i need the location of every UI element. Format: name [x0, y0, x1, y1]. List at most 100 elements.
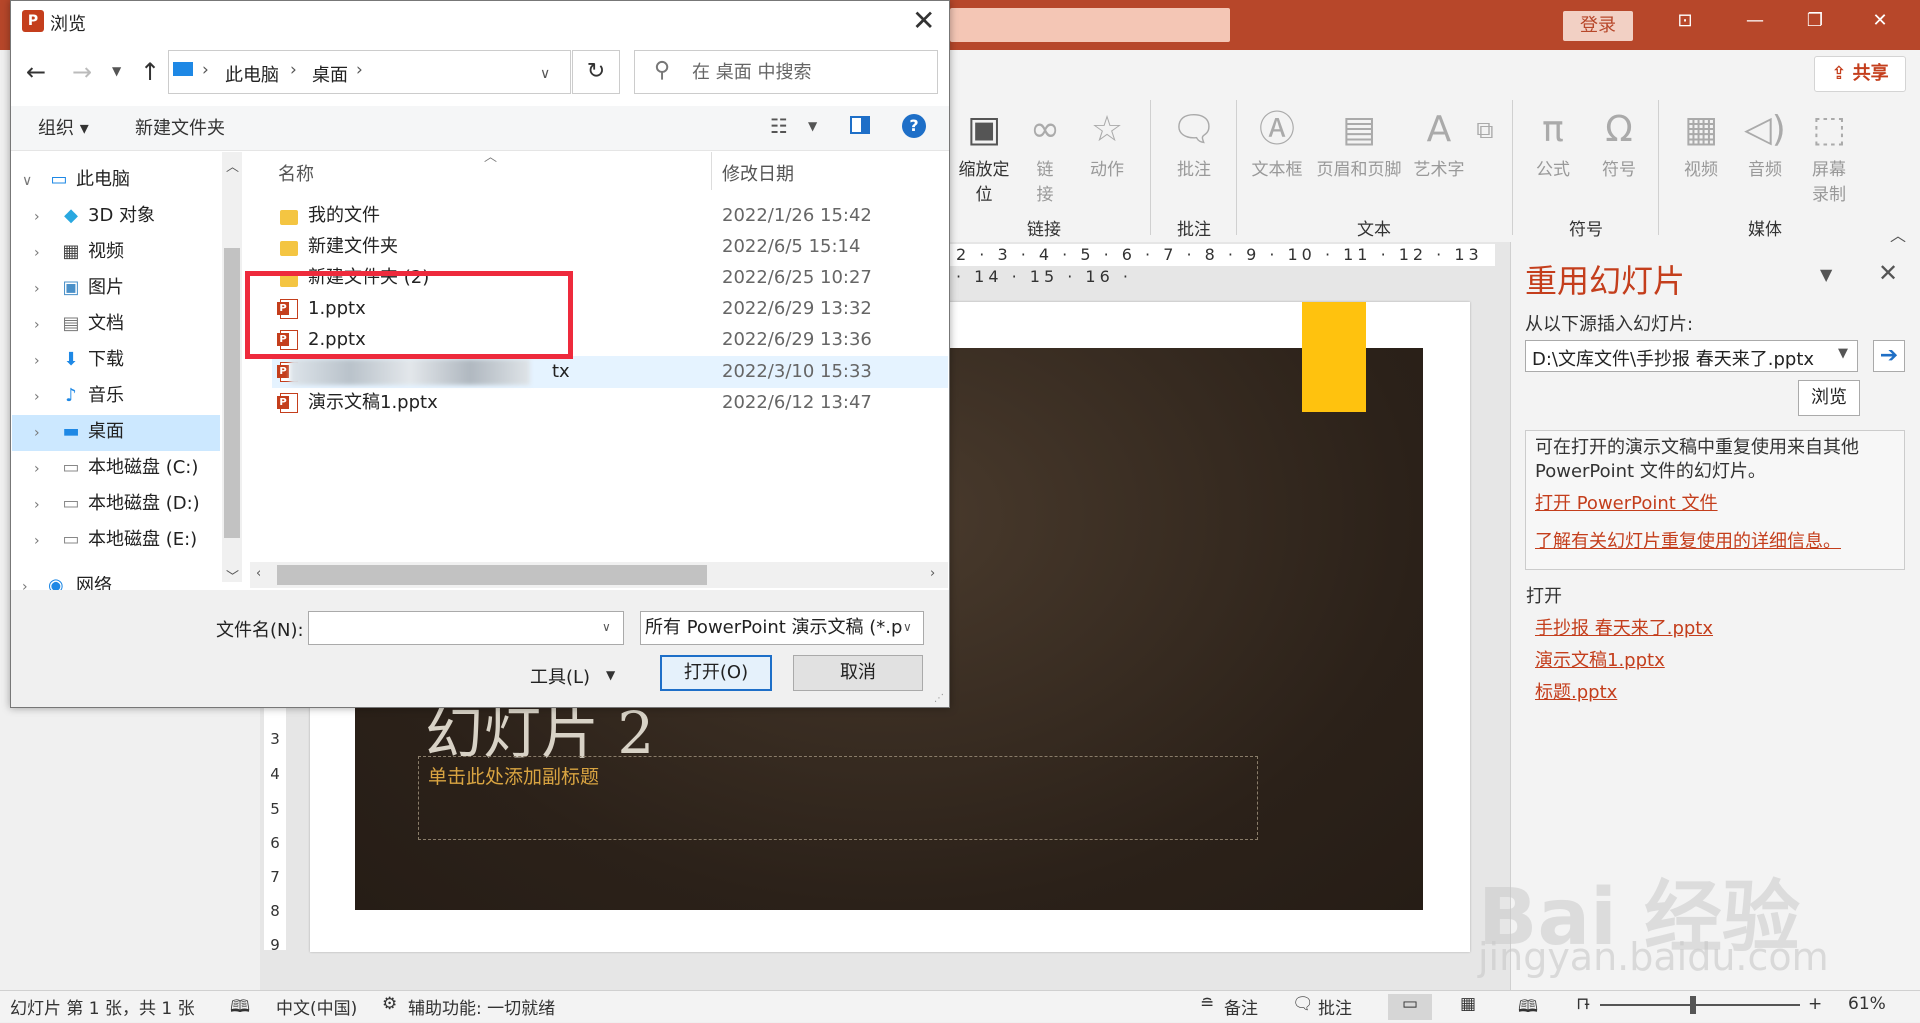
header-footer-button[interactable]: ▤ 页眉和页脚	[1312, 105, 1406, 180]
search-input[interactable]	[690, 56, 924, 88]
recent-file-link[interactable]: 标题.pptx	[1535, 678, 1617, 704]
notes-button[interactable]: 备注	[1224, 994, 1258, 1019]
chevron-right-icon[interactable]: ›	[34, 272, 60, 306]
breadcrumb-this-pc[interactable]: 此电脑	[225, 61, 279, 87]
chevron-right-icon[interactable]: ›	[22, 577, 48, 590]
breadcrumb-chevron-icon[interactable]: ›	[356, 60, 363, 80]
zoom-percent[interactable]: 61%	[1848, 994, 1886, 1014]
pane-options-icon[interactable]: ▼	[1820, 265, 1832, 284]
tree-item-network[interactable]: › ◉ 网络	[22, 576, 222, 590]
zoom-slider[interactable]	[1600, 1004, 1800, 1006]
spellcheck-icon[interactable]: 🕮	[230, 994, 250, 1023]
open-powerpoint-link[interactable]: 打开 PowerPoint 文件	[1535, 492, 1900, 516]
tree-item-downloads[interactable]: › ⬇ 下载	[34, 343, 234, 377]
refresh-icon[interactable]: ↻	[572, 50, 620, 94]
horizontal-scrollbar-thumb[interactable]	[277, 565, 707, 585]
ribbon-display-icon[interactable]: ⊡	[1660, 10, 1710, 31]
recent-file-link[interactable]: 演示文稿1.pptx	[1535, 646, 1665, 672]
expanded-chevron-icon[interactable]: ∨	[22, 164, 48, 198]
cancel-button[interactable]: 取消	[793, 655, 923, 691]
tree-item-drive-c[interactable]: › ▭ 本地磁盘 (C:)	[34, 451, 234, 485]
normal-view-icon[interactable]: ▭	[1388, 994, 1432, 1020]
file-row[interactable]: 新建文件夹 2022/6/5 15:14	[270, 232, 948, 262]
accessibility-status[interactable]: 辅助功能: 一切就绪	[408, 994, 555, 1019]
recent-file-link[interactable]: 手抄报 春天来了.pptx	[1535, 614, 1713, 640]
accessibility-icon[interactable]: ⚙	[382, 994, 397, 1014]
tools-chevron-icon[interactable]: ▼	[606, 668, 615, 682]
login-button[interactable]: 登录	[1563, 11, 1633, 41]
close-window-icon[interactable]: ✕	[1855, 10, 1905, 31]
scroll-left-icon[interactable]: ‹	[256, 566, 261, 581]
breadcrumb-chevron-icon[interactable]: ›	[290, 60, 297, 80]
scroll-up-icon[interactable]: ︿	[226, 156, 239, 175]
scroll-right-icon[interactable]: ›	[930, 566, 935, 581]
slide-sorter-icon[interactable]: ▦	[1460, 994, 1476, 1014]
new-folder-button[interactable]: 新建文件夹	[135, 114, 225, 140]
scroll-down-icon[interactable]: ﹀	[226, 566, 239, 585]
breadcrumb-desktop[interactable]: 桌面	[312, 61, 348, 87]
preview-pane-icon[interactable]	[850, 116, 870, 134]
view-options-icon[interactable]: ☷	[770, 114, 788, 138]
zoom-out-button[interactable]: -	[1584, 994, 1590, 1014]
address-dropdown-icon[interactable]: ∨	[540, 66, 550, 82]
language-status[interactable]: 中文(中国)	[276, 994, 357, 1019]
zoom-slider-thumb[interactable]	[1690, 996, 1696, 1014]
tree-item-music[interactable]: › ♪ 音乐	[34, 379, 234, 413]
wordart-button[interactable]: A 艺术字	[1410, 105, 1468, 180]
chevron-right-icon[interactable]: ›	[34, 416, 60, 450]
file-row[interactable]: 我的文件 2022/1/26 15:42	[270, 201, 948, 231]
screen-record-button[interactable]: ⬚ 屏幕录制	[1800, 105, 1858, 205]
help-icon[interactable]: ?	[902, 114, 926, 138]
file-row[interactable]: 演示文稿1.pptx 2022/6/12 13:47	[270, 388, 948, 418]
recent-locations-chevron-icon[interactable]: ▼	[112, 64, 121, 78]
chevron-right-icon[interactable]: ›	[34, 308, 60, 342]
resize-grip-icon[interactable]: ⋰	[934, 693, 944, 704]
learn-more-link[interactable]: 了解有关幻灯片重复使用的详细信息。	[1535, 530, 1900, 554]
tree-item-drive-d[interactable]: › ▭ 本地磁盘 (D:)	[34, 487, 234, 521]
symbol-button[interactable]: Ω 符号	[1590, 105, 1648, 180]
link-button[interactable]: ∞ 链接	[1022, 105, 1068, 205]
up-arrow-icon[interactable]: ↑	[140, 58, 160, 86]
tree-item-desktop[interactable]: › ▬ 桌面	[34, 415, 234, 449]
pane-close-icon[interactable]: ✕	[1878, 259, 1898, 287]
back-arrow-icon[interactable]: ←	[26, 58, 46, 86]
ppt-search-box[interactable]	[950, 8, 1230, 42]
organize-button[interactable]: 组织 ▾	[38, 114, 89, 140]
video-button[interactable]: ▦ 视频	[1672, 105, 1730, 180]
share-button[interactable]: ⇪ 共享	[1814, 56, 1906, 92]
pane-browse-button[interactable]: 浏览	[1798, 380, 1860, 416]
tree-item-this-pc[interactable]: ∨ ▭ 此电脑	[22, 163, 222, 197]
file-type-select[interactable]: 所有 PowerPoint 演示文稿 (*.p	[640, 611, 924, 645]
tree-item-pictures[interactable]: › ▣ 图片	[34, 271, 234, 305]
action-button[interactable]: ☆ 动作	[1082, 105, 1132, 180]
tools-button[interactable]: 工具(L)	[530, 663, 590, 689]
column-header-name[interactable]: 名称	[278, 160, 314, 186]
source-combobox[interactable]: D:\文库文件\手抄报 春天来了.pptx	[1525, 340, 1858, 372]
minimize-icon[interactable]: —	[1730, 10, 1780, 31]
comments-button[interactable]: 批注	[1318, 994, 1352, 1019]
open-button[interactable]: 打开(O)	[660, 655, 772, 691]
tree-item-3d-objects[interactable]: › ◆ 3D 对象	[34, 199, 234, 233]
chevron-right-icon[interactable]: ›	[34, 488, 60, 522]
column-header-modified[interactable]: 修改日期	[722, 160, 794, 186]
chevron-right-icon[interactable]: ›	[34, 380, 60, 414]
chevron-right-icon[interactable]: ›	[34, 524, 60, 558]
chevron-right-icon[interactable]: ›	[34, 344, 60, 378]
forward-arrow-icon[interactable]: →	[72, 58, 92, 86]
chevron-down-icon[interactable]: ▼	[1838, 346, 1848, 361]
tree-item-videos[interactable]: › ▦ 视频	[34, 235, 234, 269]
comment-button[interactable]: 🗨 批注	[1165, 105, 1223, 180]
tree-scrollbar-thumb[interactable]	[224, 248, 240, 538]
file-type-chevron-icon[interactable]: ∨	[903, 620, 912, 634]
column-divider[interactable]	[711, 152, 712, 190]
breadcrumb-chevron-icon[interactable]: ›	[202, 60, 209, 80]
equation-button[interactable]: π 公式	[1524, 105, 1582, 180]
audio-button[interactable]: ◁) 音频	[1736, 105, 1794, 180]
filename-input[interactable]	[308, 611, 624, 645]
textbox-button[interactable]: Ⓐ 文本框	[1248, 105, 1306, 180]
view-chevron-icon[interactable]: ▼	[808, 119, 817, 133]
tree-item-drive-e[interactable]: › ▭ 本地磁盘 (E:)	[34, 523, 234, 557]
reading-view-icon[interactable]: 🕮	[1518, 994, 1538, 1023]
go-arrow-icon[interactable]: ➔	[1873, 340, 1905, 372]
restore-icon[interactable]: ❐	[1790, 10, 1840, 31]
